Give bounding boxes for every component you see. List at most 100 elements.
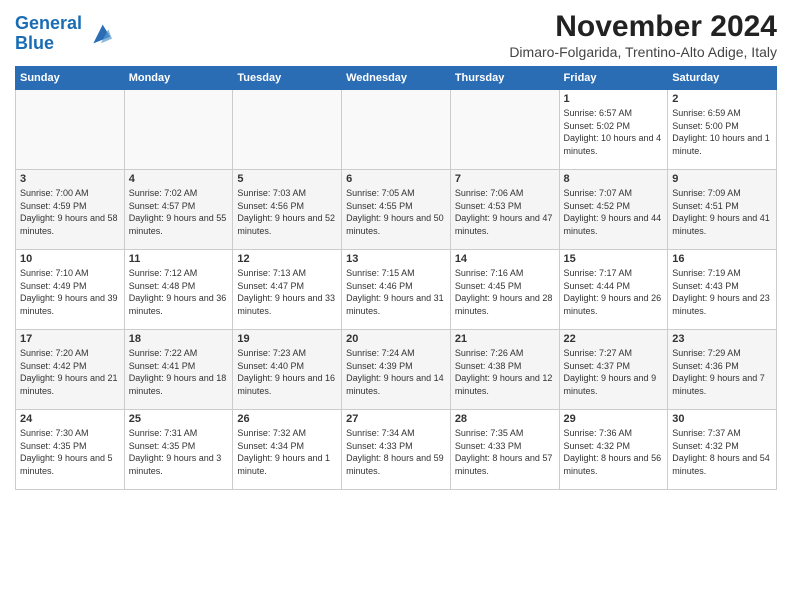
- day-info: Sunrise: 7:13 AM Sunset: 4:47 PM Dayligh…: [237, 268, 335, 316]
- day-info: Sunrise: 7:20 AM Sunset: 4:42 PM Dayligh…: [20, 348, 118, 396]
- day-cell: 23Sunrise: 7:29 AM Sunset: 4:36 PM Dayli…: [668, 330, 777, 410]
- day-info: Sunrise: 7:19 AM Sunset: 4:43 PM Dayligh…: [672, 268, 770, 316]
- day-cell: 19 Sunrise: 7:23 AM Sunset: 4:40 PM Dayli…: [233, 330, 342, 410]
- col-tuesday: Tuesday: [233, 67, 342, 90]
- main-title: November 2024: [509, 10, 777, 44]
- col-sunday: Sunday: [16, 67, 125, 90]
- day-cell: 20 Sunrise: 7:24 AM Sunset: 4:39 PM Dayli…: [342, 330, 451, 410]
- day-number: 1: [564, 93, 664, 105]
- day-cell: 15 Sunrise: 7:17 AM Sunset: 4:44 PM Dayli…: [559, 250, 668, 330]
- day-number: 6: [346, 173, 446, 185]
- day-cell: 2 Sunrise: 6:59 AM Sunset: 5:00 PM Daylig…: [668, 90, 777, 170]
- day-cell: [342, 90, 451, 170]
- week-row-1: 1Sunrise: 6:57 AM Sunset: 5:02 PM Daylig…: [16, 90, 777, 170]
- day-info: Sunrise: 7:37 AM Sunset: 4:32 PM Dayligh…: [672, 428, 770, 476]
- day-cell: 25 Sunrise: 7:31 AM Sunset: 4:35 PM Dayli…: [124, 410, 233, 490]
- day-number: 26: [237, 413, 337, 425]
- day-cell: 29Sunrise: 7:36 AM Sunset: 4:32 PM Dayli…: [559, 410, 668, 490]
- logo-icon: [84, 20, 112, 48]
- day-number: 13: [346, 253, 446, 265]
- day-info: Sunrise: 7:00 AM Sunset: 4:59 PM Dayligh…: [20, 188, 118, 236]
- day-cell: 9Sunrise: 7:09 AM Sunset: 4:51 PM Daylig…: [668, 170, 777, 250]
- day-number: 30: [672, 413, 772, 425]
- col-saturday: Saturday: [668, 67, 777, 90]
- day-number: 14: [455, 253, 555, 265]
- day-info: Sunrise: 7:22 AM Sunset: 4:41 PM Dayligh…: [129, 348, 227, 396]
- day-number: 7: [455, 173, 555, 185]
- day-cell: [233, 90, 342, 170]
- day-number: 5: [237, 173, 337, 185]
- header-row: Sunday Monday Tuesday Wednesday Thursday…: [16, 67, 777, 90]
- day-info: Sunrise: 7:27 AM Sunset: 4:37 PM Dayligh…: [564, 348, 657, 396]
- day-info: Sunrise: 7:03 AM Sunset: 4:56 PM Dayligh…: [237, 188, 335, 236]
- day-info: Sunrise: 7:23 AM Sunset: 4:40 PM Dayligh…: [237, 348, 335, 396]
- day-number: 25: [129, 413, 229, 425]
- day-cell: 5 Sunrise: 7:03 AM Sunset: 4:56 PM Daylig…: [233, 170, 342, 250]
- day-info: Sunrise: 7:06 AM Sunset: 4:53 PM Dayligh…: [455, 188, 553, 236]
- day-number: 15: [564, 253, 664, 265]
- day-number: 28: [455, 413, 555, 425]
- day-cell: 28 Sunrise: 7:35 AM Sunset: 4:33 PM Dayli…: [450, 410, 559, 490]
- day-info: Sunrise: 7:07 AM Sunset: 4:52 PM Dayligh…: [564, 188, 662, 236]
- week-row-4: 17 Sunrise: 7:20 AM Sunset: 4:42 PM Dayli…: [16, 330, 777, 410]
- day-number: 22: [564, 333, 664, 345]
- day-info: Sunrise: 7:05 AM Sunset: 4:55 PM Dayligh…: [346, 188, 444, 236]
- logo: General Blue: [15, 14, 112, 54]
- day-number: 18: [129, 333, 229, 345]
- logo-blue: Blue: [15, 33, 54, 53]
- day-cell: 13Sunrise: 7:15 AM Sunset: 4:46 PM Dayli…: [342, 250, 451, 330]
- day-cell: 1Sunrise: 6:57 AM Sunset: 5:02 PM Daylig…: [559, 90, 668, 170]
- day-cell: 4Sunrise: 7:02 AM Sunset: 4:57 PM Daylig…: [124, 170, 233, 250]
- day-cell: 14 Sunrise: 7:16 AM Sunset: 4:45 PM Dayli…: [450, 250, 559, 330]
- day-info: Sunrise: 7:09 AM Sunset: 4:51 PM Dayligh…: [672, 188, 770, 236]
- day-info: Sunrise: 7:24 AM Sunset: 4:39 PM Dayligh…: [346, 348, 444, 396]
- col-friday: Friday: [559, 67, 668, 90]
- day-cell: 17 Sunrise: 7:20 AM Sunset: 4:42 PM Dayli…: [16, 330, 125, 410]
- day-cell: 16 Sunrise: 7:19 AM Sunset: 4:43 PM Dayli…: [668, 250, 777, 330]
- day-info: Sunrise: 7:26 AM Sunset: 4:38 PM Dayligh…: [455, 348, 553, 396]
- day-info: Sunrise: 7:10 AM Sunset: 4:49 PM Dayligh…: [20, 268, 118, 316]
- day-number: 21: [455, 333, 555, 345]
- day-cell: [450, 90, 559, 170]
- day-info: Sunrise: 7:17 AM Sunset: 4:44 PM Dayligh…: [564, 268, 662, 316]
- day-number: 11: [129, 253, 229, 265]
- day-number: 3: [20, 173, 120, 185]
- week-row-2: 3 Sunrise: 7:00 AM Sunset: 4:59 PM Daylig…: [16, 170, 777, 250]
- day-number: 27: [346, 413, 446, 425]
- day-cell: [124, 90, 233, 170]
- day-cell: 27 Sunrise: 7:34 AM Sunset: 4:33 PM Dayli…: [342, 410, 451, 490]
- week-row-5: 24 Sunrise: 7:30 AM Sunset: 4:35 PM Dayli…: [16, 410, 777, 490]
- day-cell: 8 Sunrise: 7:07 AM Sunset: 4:52 PM Daylig…: [559, 170, 668, 250]
- day-number: 16: [672, 253, 772, 265]
- day-number: 24: [20, 413, 120, 425]
- calendar-table: Sunday Monday Tuesday Wednesday Thursday…: [15, 66, 777, 490]
- day-number: 8: [564, 173, 664, 185]
- day-cell: 24 Sunrise: 7:30 AM Sunset: 4:35 PM Dayli…: [16, 410, 125, 490]
- page: General Blue November 2024 Dimaro-Folgar…: [0, 0, 792, 612]
- day-info: Sunrise: 7:35 AM Sunset: 4:33 PM Dayligh…: [455, 428, 553, 476]
- day-info: Sunrise: 7:16 AM Sunset: 4:45 PM Dayligh…: [455, 268, 553, 316]
- col-monday: Monday: [124, 67, 233, 90]
- day-cell: 3 Sunrise: 7:00 AM Sunset: 4:59 PM Daylig…: [16, 170, 125, 250]
- day-cell: 10Sunrise: 7:10 AM Sunset: 4:49 PM Dayli…: [16, 250, 125, 330]
- day-info: Sunrise: 7:32 AM Sunset: 4:34 PM Dayligh…: [237, 428, 330, 476]
- day-info: Sunrise: 7:30 AM Sunset: 4:35 PM Dayligh…: [20, 428, 113, 476]
- day-number: 2: [672, 93, 772, 105]
- day-info: Sunrise: 7:34 AM Sunset: 4:33 PM Dayligh…: [346, 428, 444, 476]
- day-cell: 6 Sunrise: 7:05 AM Sunset: 4:55 PM Daylig…: [342, 170, 451, 250]
- day-cell: 11Sunrise: 7:12 AM Sunset: 4:48 PM Dayli…: [124, 250, 233, 330]
- day-number: 19: [237, 333, 337, 345]
- col-wednesday: Wednesday: [342, 67, 451, 90]
- day-number: 29: [564, 413, 664, 425]
- day-cell: 30 Sunrise: 7:37 AM Sunset: 4:32 PM Dayli…: [668, 410, 777, 490]
- day-info: Sunrise: 7:31 AM Sunset: 4:35 PM Dayligh…: [129, 428, 222, 476]
- day-number: 20: [346, 333, 446, 345]
- header: General Blue November 2024 Dimaro-Folgar…: [15, 10, 777, 60]
- title-block: November 2024 Dimaro-Folgarida, Trentino…: [509, 10, 777, 60]
- day-cell: 7 Sunrise: 7:06 AM Sunset: 4:53 PM Daylig…: [450, 170, 559, 250]
- day-number: 4: [129, 173, 229, 185]
- day-info: Sunrise: 6:59 AM Sunset: 5:00 PM Dayligh…: [672, 108, 770, 156]
- col-thursday: Thursday: [450, 67, 559, 90]
- day-cell: [16, 90, 125, 170]
- day-number: 17: [20, 333, 120, 345]
